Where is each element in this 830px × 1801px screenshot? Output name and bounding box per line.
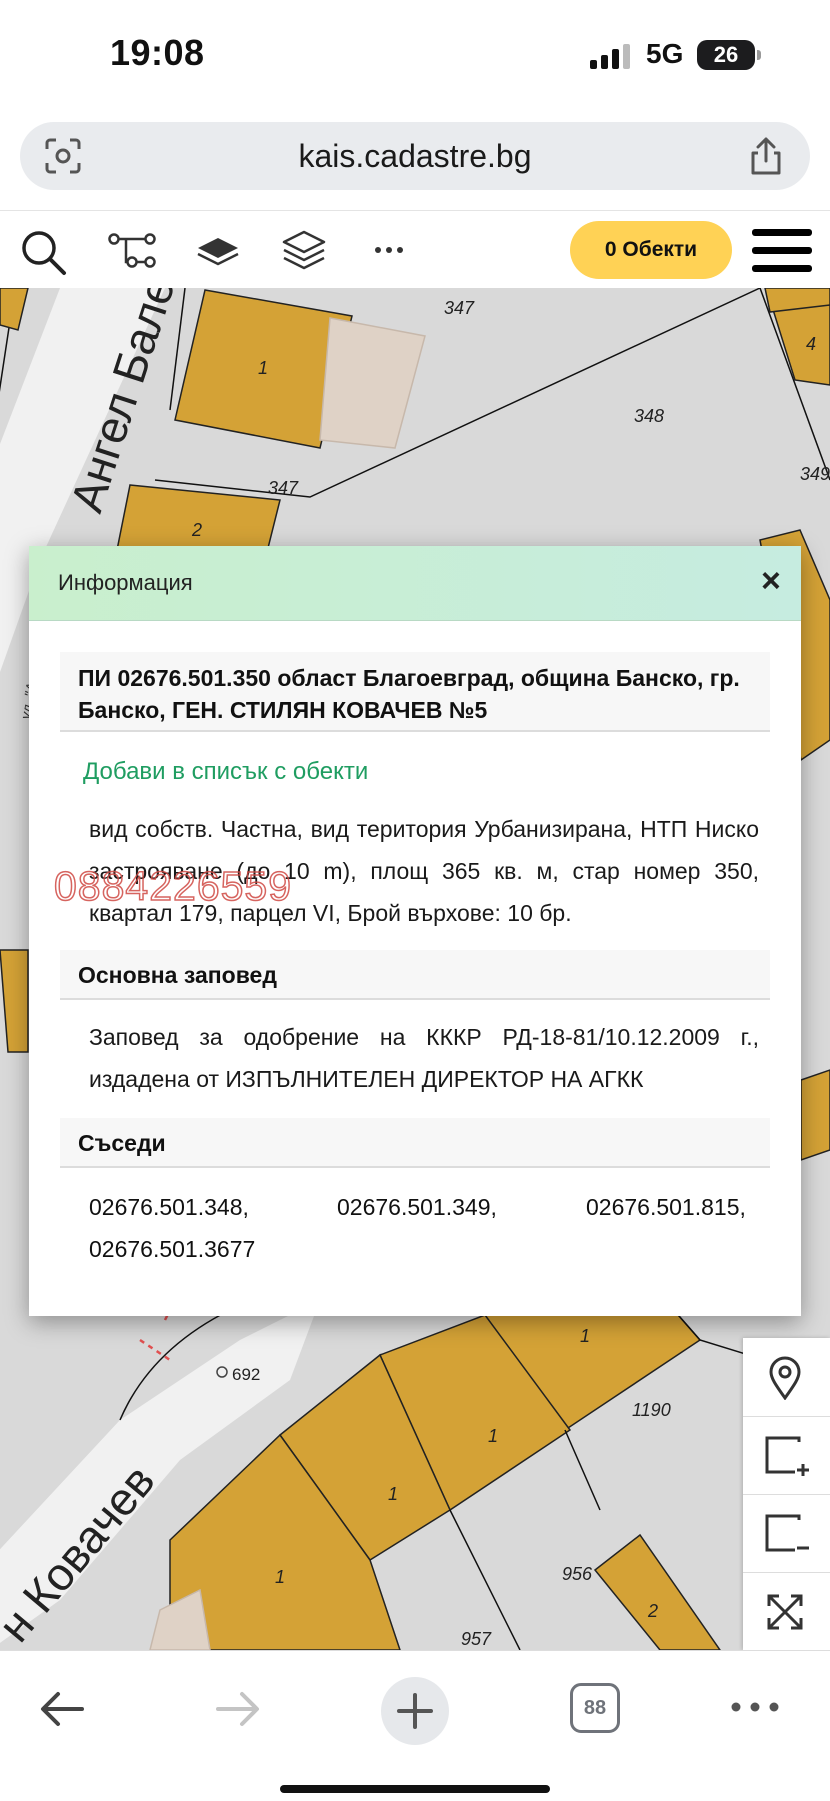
route-icon[interactable]	[108, 233, 156, 269]
parcel-number: 347	[268, 478, 299, 498]
lens-icon[interactable]	[44, 138, 82, 174]
url-text[interactable]: kais.cadastre.bg	[20, 122, 810, 190]
search-icon[interactable]	[20, 229, 68, 277]
dialog-title: Информация	[58, 570, 193, 595]
building-number: 4	[806, 334, 816, 354]
building-number: 1	[388, 1484, 398, 1504]
info-dialog: Информация × ПИ 02676.501.350 област Бла…	[29, 546, 801, 1316]
share-icon[interactable]	[748, 136, 784, 176]
back-icon[interactable]	[38, 1689, 86, 1729]
browser-bottom-bar: 88	[0, 1650, 830, 1801]
new-tab-button[interactable]	[381, 1677, 449, 1745]
phone-watermark: 0884226559	[53, 862, 293, 910]
parcel-title-section: ПИ 02676.501.350 област Благоевград, общ…	[60, 652, 770, 732]
neighbor-link[interactable]: 02676.501.3677	[89, 1228, 255, 1270]
objects-button[interactable]: 0 Обекти	[570, 221, 732, 279]
building-number: 2	[191, 520, 202, 540]
forward-icon[interactable]	[214, 1689, 262, 1729]
locate-button[interactable]	[743, 1338, 830, 1417]
neighbor-link[interactable]: 02676.501.349,	[337, 1186, 497, 1228]
plus-icon	[397, 1693, 433, 1729]
zoom-out-button[interactable]	[743, 1494, 830, 1573]
neighbor-link[interactable]: 02676.501.815,	[586, 1186, 746, 1228]
layer-icon[interactable]	[196, 235, 240, 267]
building-number: 1	[258, 358, 268, 378]
building-number: 1	[488, 1426, 498, 1446]
map-controls	[743, 1338, 830, 1650]
layers-icon[interactable]	[282, 229, 326, 271]
parcel-number: 349	[800, 464, 830, 484]
zoom-in-button[interactable]	[743, 1416, 830, 1495]
expand-icon	[767, 1594, 803, 1630]
order-section: Основна заповед	[60, 950, 770, 1000]
parcel-number: 347	[444, 298, 475, 318]
neighbors-title: Съседи	[78, 1130, 166, 1156]
tabs-button[interactable]: 88	[570, 1683, 620, 1733]
building-number: 2	[647, 1601, 658, 1621]
status-bar: 19:08 5G 26	[0, 0, 830, 110]
parcel-number: 1190	[632, 1400, 671, 1420]
building-number: 1	[580, 1326, 590, 1346]
network-type: 5G	[646, 38, 684, 69]
battery-tip	[757, 50, 761, 60]
status-time: 19:08	[110, 32, 205, 73]
more-icon[interactable]	[374, 245, 404, 255]
battery-icon: 26	[697, 40, 755, 70]
location-pin-icon	[769, 1356, 801, 1400]
signal-icon	[590, 44, 630, 69]
dialog-header: Информация ×	[29, 546, 801, 621]
parcel-number: 348	[634, 406, 664, 426]
fullscreen-button[interactable]	[743, 1572, 830, 1650]
zoom-out-box-icon	[765, 1514, 809, 1552]
neighbor-link[interactable]: 02676.501.348,	[89, 1186, 249, 1228]
map-toolbar: 0 Обекти	[0, 210, 830, 290]
add-to-list-link[interactable]: Добави в списък с обекти	[83, 758, 368, 786]
neighbors-section: Съседи	[60, 1118, 770, 1168]
parcel-number: 956	[562, 1564, 593, 1584]
zoom-in-box-icon	[765, 1436, 809, 1476]
url-bar[interactable]: kais.cadastre.bg	[20, 122, 810, 190]
building-number: 1	[275, 1567, 285, 1587]
point-label: 692	[232, 1365, 260, 1384]
menu-icon[interactable]	[752, 229, 812, 273]
close-icon[interactable]: ×	[761, 564, 781, 598]
order-title: Основна заповед	[78, 962, 277, 988]
more-icon[interactable]	[730, 1701, 780, 1713]
home-indicator	[280, 1785, 550, 1793]
parcel-number: 957	[461, 1629, 492, 1649]
order-text: Заповед за одобрение на КККР РД-18-81/10…	[89, 1024, 759, 1092]
parcel-title: ПИ 02676.501.350 област Благоевград, общ…	[78, 665, 740, 723]
